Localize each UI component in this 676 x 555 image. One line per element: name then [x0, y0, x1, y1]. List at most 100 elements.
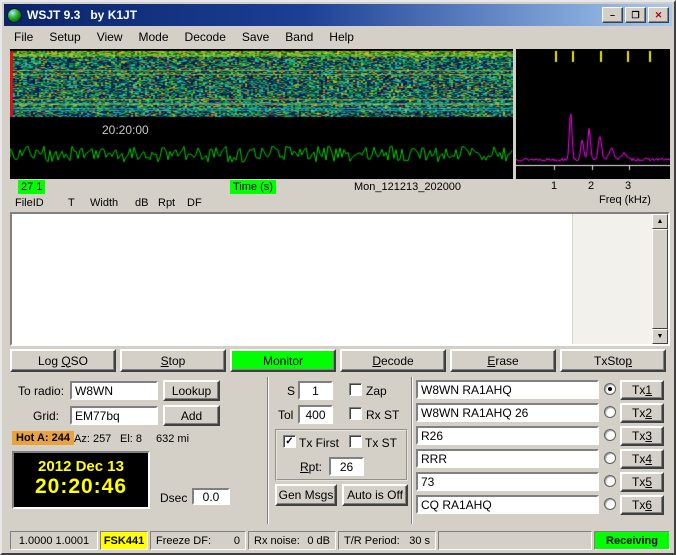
- column-df: DF: [187, 197, 202, 209]
- menu-setup[interactable]: Setup: [41, 28, 88, 47]
- freq-tick-1: 1: [551, 180, 558, 192]
- rpt-input[interactable]: [329, 457, 364, 476]
- tx5-button[interactable]: Tx5: [620, 472, 664, 492]
- tx2-message-field[interactable]: [416, 403, 599, 422]
- panel-divider-left: [267, 377, 269, 524]
- title-bar[interactable]: WSJT 9.3 by K1JT – ❐ ✕: [4, 4, 672, 26]
- stop-button[interactable]: Stop: [120, 349, 226, 372]
- tx4-button[interactable]: Tx4: [620, 449, 664, 469]
- tx3-radio[interactable]: [604, 429, 616, 441]
- tx1-message-field[interactable]: [416, 380, 599, 399]
- lookup-button[interactable]: Lookup: [163, 380, 220, 401]
- monitor-button[interactable]: Monitor: [230, 349, 336, 372]
- rx-level-badge: 27 1: [18, 180, 46, 194]
- freq-tick-2: 2: [588, 180, 595, 192]
- tx3-button[interactable]: Tx3: [620, 426, 664, 446]
- tx2-button[interactable]: Tx2: [620, 403, 664, 423]
- tx3-message-field[interactable]: [416, 426, 599, 445]
- window-controls: – ❐ ✕: [602, 7, 669, 23]
- menu-save[interactable]: Save: [234, 28, 277, 47]
- elevation-value: El: 8: [120, 433, 143, 445]
- erase-button[interactable]: Erase: [450, 349, 556, 372]
- spectrum-canvas: [516, 49, 670, 179]
- wsjt-main-window: WSJT 9.3 by K1JT – ❐ ✕ File Setup View M…: [0, 0, 676, 555]
- menu-help[interactable]: Help: [321, 28, 362, 47]
- decoded-messages-area[interactable]: [12, 214, 572, 344]
- time-axis-badge: Time (s): [230, 180, 276, 194]
- rx-st-checkbox[interactable]: [349, 407, 362, 420]
- column-rpt: Rpt: [158, 197, 176, 209]
- dial-freq-status: 1.0000 1.0001: [10, 531, 98, 550]
- tx5-message-field[interactable]: [416, 472, 599, 491]
- rx-st-label: Rx ST: [366, 408, 400, 422]
- zap-checkbox[interactable]: [349, 383, 362, 396]
- azimuth-value: Az: 257: [74, 433, 112, 445]
- scrollbar-thumb[interactable]: [652, 229, 668, 329]
- waterfall-time-label: 20:20:00: [102, 123, 149, 137]
- tx1-radio[interactable]: [604, 383, 616, 395]
- tx-st-checkbox[interactable]: [349, 435, 362, 448]
- rpt-label: Rpt:: [300, 460, 323, 474]
- tx6-message-field[interactable]: [416, 495, 599, 514]
- menu-decode[interactable]: Decode: [177, 28, 234, 47]
- tx-first-checkbox[interactable]: ✓: [283, 435, 296, 448]
- to-radio-input[interactable]: [70, 381, 158, 400]
- tx5-radio[interactable]: [604, 475, 616, 487]
- menu-view[interactable]: View: [89, 28, 131, 47]
- tx-first-label: Tx First: [299, 436, 339, 450]
- distance-value: 632 mi: [156, 433, 190, 445]
- dsec-input[interactable]: [192, 488, 230, 505]
- tx4-message-field[interactable]: [416, 449, 599, 468]
- decode-button[interactable]: Decode: [340, 349, 446, 372]
- auto-button[interactable]: Auto is Off: [342, 484, 408, 506]
- clock-date: 2012 Dec 13: [38, 458, 124, 475]
- tx4-radio[interactable]: [604, 452, 616, 464]
- status-spacer: [438, 531, 592, 550]
- tx2-radio[interactable]: [604, 406, 616, 418]
- hot-a-badge: Hot A: 244: [12, 431, 74, 445]
- tx1-button[interactable]: Tx1: [620, 380, 664, 400]
- decode-scrollbar[interactable]: ▲ ▼: [652, 214, 668, 344]
- app-globe-icon: [7, 7, 22, 23]
- close-button[interactable]: ✕: [648, 7, 669, 23]
- column-t: T: [68, 197, 75, 209]
- grid-input[interactable]: [70, 406, 158, 425]
- minimize-button[interactable]: –: [602, 7, 623, 23]
- s-input[interactable]: [298, 381, 333, 400]
- scroll-down-icon[interactable]: ▼: [652, 329, 668, 344]
- txstop-button[interactable]: TxStop: [560, 349, 666, 372]
- menu-band[interactable]: Band: [277, 28, 321, 47]
- wav-filename: Mon_121213_202000: [354, 181, 462, 193]
- waterfall-spectrogram-canvas[interactable]: [10, 49, 513, 179]
- spectrum-display: [516, 49, 670, 179]
- decode-aux-panel: [572, 214, 652, 344]
- clock-time: 20:20:46: [34, 475, 128, 498]
- clock-display: 2012 Dec 13 20:20:46: [12, 451, 150, 509]
- scroll-up-icon[interactable]: ▲: [652, 214, 668, 229]
- add-button[interactable]: Add: [163, 405, 220, 426]
- tol-label: Tol: [278, 408, 294, 422]
- tr-period-status: T/R Period: 30 s: [338, 531, 436, 550]
- grid-label: Grid:: [33, 409, 60, 423]
- maximize-button[interactable]: ❐: [625, 7, 646, 23]
- freeze-df-status: Freeze DF: 0: [150, 531, 246, 550]
- mode-badge: FSK441: [100, 531, 148, 550]
- receiving-badge: Receiving: [594, 531, 670, 550]
- waterfall-display[interactable]: 20:20:00: [10, 49, 513, 179]
- window-title: WSJT 9.3 by K1JT: [27, 8, 138, 22]
- menu-file[interactable]: File: [6, 28, 41, 47]
- tol-input[interactable]: [298, 405, 333, 424]
- freq-tick-3: 3: [625, 180, 632, 192]
- menu-bar: File Setup View Mode Decode Save Band He…: [6, 28, 670, 47]
- to-radio-label: To radio:: [18, 384, 65, 398]
- dsec-label: Dsec: [160, 491, 188, 505]
- menu-mode[interactable]: Mode: [131, 28, 177, 47]
- tx6-radio[interactable]: [604, 498, 616, 510]
- freq-axis-label: Freq (kHz): [599, 194, 651, 206]
- log-qso-button[interactable]: Log QSO: [10, 349, 116, 372]
- column-fileid: FileID: [15, 197, 44, 209]
- decode-area: ▲ ▼: [10, 212, 670, 346]
- tx6-button[interactable]: Tx6: [620, 495, 664, 515]
- gen-msgs-button[interactable]: Gen Msgs: [275, 484, 337, 506]
- zap-label: Zap: [366, 384, 387, 398]
